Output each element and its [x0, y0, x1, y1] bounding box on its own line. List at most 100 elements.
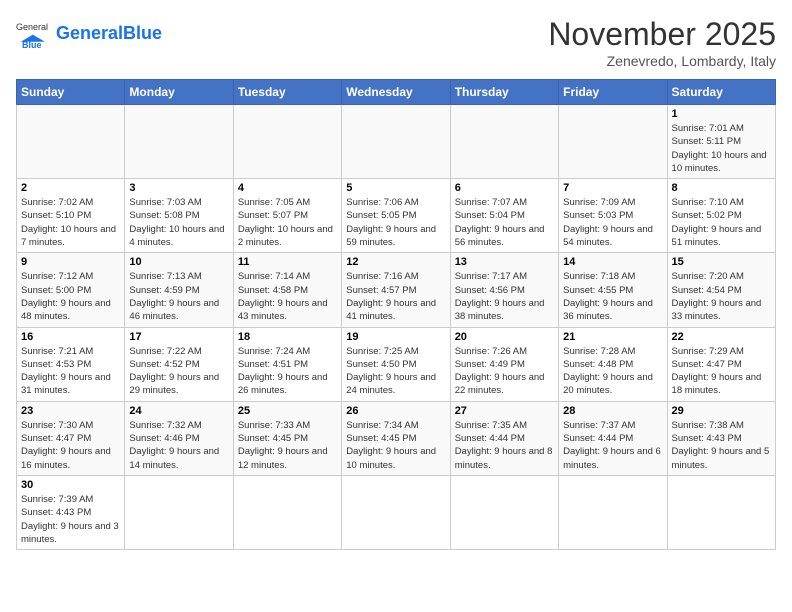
calendar-cell: 30Sunrise: 7:39 AM Sunset: 4:43 PM Dayli… — [17, 475, 125, 549]
calendar-cell: 14Sunrise: 7:18 AM Sunset: 4:55 PM Dayli… — [559, 253, 667, 327]
day-info: Sunrise: 7:30 AM Sunset: 4:47 PM Dayligh… — [21, 419, 120, 472]
day-info: Sunrise: 7:10 AM Sunset: 5:02 PM Dayligh… — [672, 196, 771, 249]
calendar-cell: 1 Sunrise: 7:01 AM Sunset: 5:11 PM Daylig… — [667, 105, 775, 179]
svg-text:Blue: Blue — [22, 40, 42, 50]
calendar: SundayMondayTuesdayWednesdayThursdayFrid… — [16, 79, 776, 550]
day-info: Sunrise: 7:29 AM Sunset: 4:47 PM Dayligh… — [672, 345, 771, 398]
location: Zenevredo, Lombardy, Italy — [548, 53, 776, 69]
calendar-cell: 5 Sunrise: 7:06 AM Sunset: 5:05 PM Daylig… — [342, 179, 450, 253]
calendar-cell: 10Sunrise: 7:13 AM Sunset: 4:59 PM Dayli… — [125, 253, 233, 327]
calendar-cell — [17, 105, 125, 179]
day-info: Sunrise: 7:38 AM Sunset: 4:43 PM Dayligh… — [672, 419, 771, 472]
calendar-cell: 17 Sunrise: 7:22 AM Sunset: 4:52 PM Dayli… — [125, 327, 233, 401]
day-number: 3 — [129, 182, 228, 194]
day-info: Sunrise: 7:26 AM Sunset: 4:49 PM Dayligh… — [455, 345, 554, 398]
day-number: 27 — [455, 405, 554, 417]
day-info: Sunrise: 7:33 AM Sunset: 4:45 PM Dayligh… — [238, 419, 337, 472]
calendar-cell — [125, 475, 233, 549]
day-info: Sunrise: 7:28 AM Sunset: 4:48 PM Dayligh… — [563, 345, 662, 398]
day-info: Sunrise: 7:20 AM Sunset: 4:54 PM Dayligh… — [672, 270, 771, 323]
day-info: Sunrise: 7:16 AM Sunset: 4:57 PM Dayligh… — [346, 270, 445, 323]
calendar-cell — [667, 475, 775, 549]
day-number: 5 — [346, 182, 445, 194]
calendar-cell: 23 Sunrise: 7:30 AM Sunset: 4:47 PM Dayli… — [17, 401, 125, 475]
day-info: Sunrise: 7:03 AM Sunset: 5:08 PM Dayligh… — [129, 196, 228, 249]
day-info: Sunrise: 7:02 AM Sunset: 5:10 PM Dayligh… — [21, 196, 120, 249]
day-number: 12 — [346, 256, 445, 268]
calendar-cell: 24Sunrise: 7:32 AM Sunset: 4:46 PM Dayli… — [125, 401, 233, 475]
day-number: 17 — [129, 331, 228, 343]
calendar-cell — [559, 105, 667, 179]
calendar-cell: 22Sunrise: 7:29 AM Sunset: 4:47 PM Dayli… — [667, 327, 775, 401]
day-info: Sunrise: 7:09 AM Sunset: 5:03 PM Dayligh… — [563, 196, 662, 249]
calendar-cell — [450, 105, 558, 179]
calendar-cell: 6Sunrise: 7:07 AM Sunset: 5:04 PM Daylig… — [450, 179, 558, 253]
calendar-cell — [233, 475, 341, 549]
calendar-cell: 12 Sunrise: 7:16 AM Sunset: 4:57 PM Dayli… — [342, 253, 450, 327]
day-number: 15 — [672, 256, 771, 268]
day-number: 25 — [238, 405, 337, 417]
calendar-cell: 18Sunrise: 7:24 AM Sunset: 4:51 PM Dayli… — [233, 327, 341, 401]
weekday-header-tuesday: Tuesday — [233, 80, 341, 105]
day-number: 4 — [238, 182, 337, 194]
day-number: 18 — [238, 331, 337, 343]
day-number: 13 — [455, 256, 554, 268]
calendar-cell: 7Sunrise: 7:09 AM Sunset: 5:03 PM Daylig… — [559, 179, 667, 253]
week-row-3: 9Sunrise: 7:12 AM Sunset: 5:00 PM Daylig… — [17, 253, 776, 327]
calendar-cell: 9Sunrise: 7:12 AM Sunset: 5:00 PM Daylig… — [17, 253, 125, 327]
logo: GeneralBlue GeneralBlue — [16, 16, 162, 52]
logo-blue: Blue — [123, 23, 162, 43]
calendar-cell — [233, 105, 341, 179]
day-info: Sunrise: 7:18 AM Sunset: 4:55 PM Dayligh… — [563, 270, 662, 323]
svg-text:General: General — [16, 22, 48, 32]
day-info: Sunrise: 7:39 AM Sunset: 4:43 PM Dayligh… — [21, 493, 120, 546]
calendar-cell: 11 Sunrise: 7:14 AM Sunset: 4:58 PM Dayli… — [233, 253, 341, 327]
calendar-cell: 27 Sunrise: 7:35 AM Sunset: 4:44 PM Dayli… — [450, 401, 558, 475]
day-info: Sunrise: 7:05 AM Sunset: 5:07 PM Dayligh… — [238, 196, 337, 249]
calendar-cell: 20Sunrise: 7:26 AM Sunset: 4:49 PM Dayli… — [450, 327, 558, 401]
logo-text: GeneralBlue — [56, 24, 162, 44]
weekday-header-friday: Friday — [559, 80, 667, 105]
day-number: 24 — [129, 405, 228, 417]
day-number: 23 — [21, 405, 120, 417]
calendar-cell — [342, 105, 450, 179]
calendar-cell: 25 Sunrise: 7:33 AM Sunset: 4:45 PM Dayli… — [233, 401, 341, 475]
week-row-6: 30Sunrise: 7:39 AM Sunset: 4:43 PM Dayli… — [17, 475, 776, 549]
day-number: 8 — [672, 182, 771, 194]
day-info: Sunrise: 7:14 AM Sunset: 4:58 PM Dayligh… — [238, 270, 337, 323]
day-info: Sunrise: 7:06 AM Sunset: 5:05 PM Dayligh… — [346, 196, 445, 249]
day-number: 1 — [672, 108, 771, 120]
calendar-cell: 19 Sunrise: 7:25 AM Sunset: 4:50 PM Dayli… — [342, 327, 450, 401]
day-number: 19 — [346, 331, 445, 343]
week-row-4: 16 Sunrise: 7:21 AM Sunset: 4:53 PM Dayli… — [17, 327, 776, 401]
calendar-cell: 3 Sunrise: 7:03 AM Sunset: 5:08 PM Daylig… — [125, 179, 233, 253]
day-number: 11 — [238, 256, 337, 268]
calendar-cell: 2Sunrise: 7:02 AM Sunset: 5:10 PM Daylig… — [17, 179, 125, 253]
day-info: Sunrise: 7:34 AM Sunset: 4:45 PM Dayligh… — [346, 419, 445, 472]
day-info: Sunrise: 7:37 AM Sunset: 4:44 PM Dayligh… — [563, 419, 662, 472]
calendar-cell: 4 Sunrise: 7:05 AM Sunset: 5:07 PM Daylig… — [233, 179, 341, 253]
calendar-cell: 15 Sunrise: 7:20 AM Sunset: 4:54 PM Dayli… — [667, 253, 775, 327]
calendar-cell — [450, 475, 558, 549]
day-number: 21 — [563, 331, 662, 343]
weekday-header-wednesday: Wednesday — [342, 80, 450, 105]
calendar-cell: 29 Sunrise: 7:38 AM Sunset: 4:43 PM Dayli… — [667, 401, 775, 475]
day-number: 10 — [129, 256, 228, 268]
day-info: Sunrise: 7:22 AM Sunset: 4:52 PM Dayligh… — [129, 345, 228, 398]
day-info: Sunrise: 7:21 AM Sunset: 4:53 PM Dayligh… — [21, 345, 120, 398]
calendar-cell: 28 Sunrise: 7:37 AM Sunset: 4:44 PM Dayli… — [559, 401, 667, 475]
week-row-1: 1 Sunrise: 7:01 AM Sunset: 5:11 PM Daylig… — [17, 105, 776, 179]
day-info: Sunrise: 7:35 AM Sunset: 4:44 PM Dayligh… — [455, 419, 554, 472]
logo-general: General — [56, 23, 123, 43]
weekday-header-saturday: Saturday — [667, 80, 775, 105]
day-number: 29 — [672, 405, 771, 417]
weekday-header-monday: Monday — [125, 80, 233, 105]
calendar-cell: 21 Sunrise: 7:28 AM Sunset: 4:48 PM Dayli… — [559, 327, 667, 401]
header: GeneralBlue GeneralBlue November 2025 Ze… — [16, 16, 776, 69]
day-info: Sunrise: 7:07 AM Sunset: 5:04 PM Dayligh… — [455, 196, 554, 249]
day-number: 16 — [21, 331, 120, 343]
day-number: 9 — [21, 256, 120, 268]
day-info: Sunrise: 7:01 AM Sunset: 5:11 PM Dayligh… — [672, 122, 771, 175]
day-info: Sunrise: 7:25 AM Sunset: 4:50 PM Dayligh… — [346, 345, 445, 398]
day-number: 28 — [563, 405, 662, 417]
